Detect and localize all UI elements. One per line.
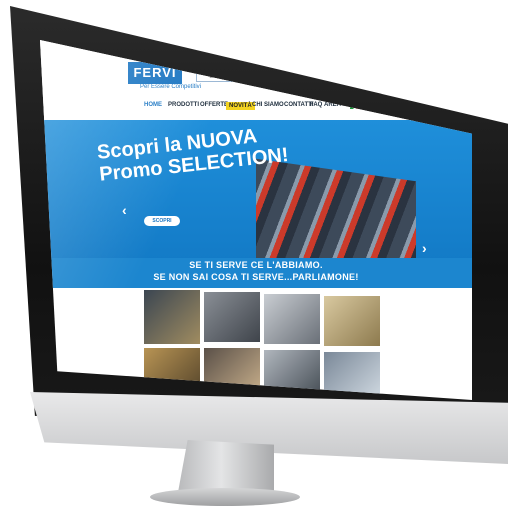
tagline-line2: SE NON SAI COSA TI SERVE...PARLIAMONE! (153, 272, 359, 282)
tagline-line1: SE TI SERVE CE L'ABBIAMO. (189, 260, 323, 270)
carousel-next-icon[interactable]: › (422, 240, 427, 256)
category-tile[interactable] (204, 292, 260, 342)
hero-cta-button[interactable]: SCOPRI (144, 216, 180, 226)
category-tile[interactable] (144, 290, 200, 344)
category-tile[interactable] (264, 294, 320, 344)
carousel-prev-icon[interactable]: ‹ (122, 202, 127, 218)
nav-item-novita[interactable]: NOVITÀ (226, 102, 255, 110)
nav-item-offerte[interactable]: OFFERTE (200, 102, 228, 108)
logo-tagline: Per Essere Competitivi (140, 84, 202, 90)
website-screen: FERVI Per Essere Competitivi ⌕ Cerca art… (40, 40, 472, 400)
nav-item-prodotti[interactable]: PRODOTTI (168, 102, 199, 108)
hero-banner[interactable]: Scopri la NUOVA Promo SELECTION! SCOPRI … (40, 120, 472, 260)
nav-item-faq[interactable]: FAQ (310, 102, 322, 108)
nav-item-home[interactable]: HOME (144, 102, 162, 108)
monitor-scene: FERVI Per Essere Competitivi ⌕ Cerca art… (0, 0, 508, 514)
nav-item-chi-siamo[interactable]: CHI SIAMO (252, 102, 284, 108)
tagline-band: SE TI SERVE CE L'ABBIAMO. SE NON SAI COS… (40, 258, 472, 288)
category-tile[interactable] (324, 296, 380, 346)
promo-image (256, 158, 416, 260)
monitor-stand-base (150, 488, 300, 506)
